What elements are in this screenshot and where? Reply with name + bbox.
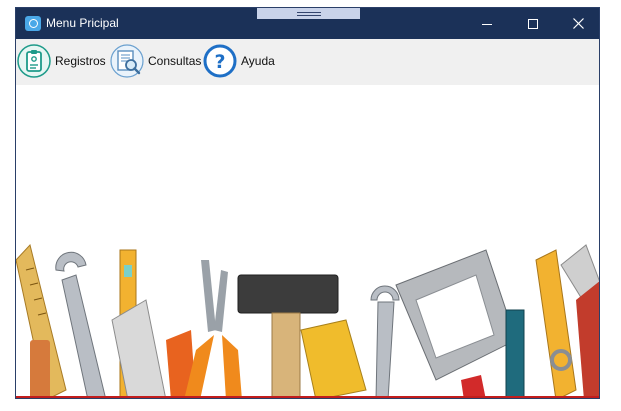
menu-item-registros[interactable]: Registros — [17, 42, 106, 80]
bottom-accent-bar — [16, 396, 599, 398]
wrench-icon — [55, 251, 107, 398]
close-button[interactable] — [555, 8, 599, 39]
window-title: Menu Pricipal — [46, 16, 119, 30]
app-icon — [25, 16, 41, 31]
wrench-icon-2 — [370, 285, 400, 398]
main-window: Menu Pricipal Registros Consultas ? Ayud… — [15, 7, 600, 399]
snap-grip[interactable] — [257, 8, 360, 19]
minimize-icon — [482, 23, 492, 25]
drill-icon — [300, 319, 367, 398]
minimize-button[interactable] — [464, 8, 510, 39]
menu-item-ayuda-label: Ayuda — [241, 54, 275, 68]
document-search-icon — [110, 44, 144, 78]
maximize-button[interactable] — [510, 8, 556, 39]
pliers-icon — [184, 260, 242, 398]
menu-bar: Registros Consultas ? Ayuda — [16, 39, 599, 85]
help-icon: ? — [203, 44, 237, 78]
close-icon — [572, 18, 584, 29]
main-content — [16, 85, 599, 398]
tools-banner-image — [16, 243, 599, 398]
handle-icon — [30, 340, 50, 398]
svg-text:?: ? — [214, 51, 225, 73]
menu-item-consultas-label: Consultas — [148, 54, 202, 68]
menu-item-consultas[interactable]: Consultas — [110, 42, 201, 80]
menu-item-ayuda[interactable]: ? Ayuda — [203, 42, 275, 80]
hacksaw-icon — [395, 249, 525, 398]
maximize-icon — [528, 18, 538, 29]
menu-item-registros-label: Registros — [55, 54, 106, 68]
title-bar[interactable]: Menu Pricipal — [16, 8, 599, 39]
clipboard-icon — [17, 44, 51, 78]
